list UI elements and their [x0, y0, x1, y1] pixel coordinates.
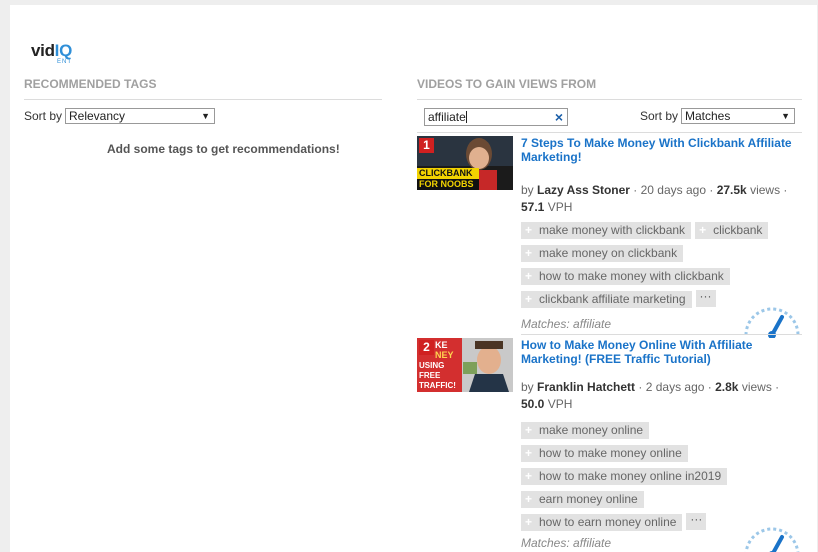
tag-label: how to make money with clickbank [539, 269, 724, 283]
view-count: 2.8k [715, 380, 739, 394]
tag-label: earn money online [539, 492, 638, 506]
vph-value: 57.1 [521, 200, 545, 214]
tag-chip[interactable]: + how to earn money online [521, 514, 683, 531]
tag-chip[interactable]: + how to make money with clickbank [521, 268, 730, 285]
video-thumbnail[interactable]: 1 CLICKBANK FOR NOOBS [417, 136, 513, 190]
tag-list: + make money online + how to make money on… [521, 421, 806, 536]
thumb-text: FOR NOOBS [419, 179, 474, 189]
vph-label: VPH [547, 200, 573, 214]
by-label: by [521, 183, 534, 197]
views-label: views [750, 183, 781, 197]
tag-label: clickbank affiliate marketing [539, 292, 686, 306]
tag-label: how to make money online [539, 446, 682, 460]
tag-chip[interactable]: + make money on clickbank [521, 245, 684, 262]
video-thumbnail[interactable]: 2 KE NEY USING FREE TRAFFIC! [417, 338, 513, 392]
plus-icon: + [525, 515, 533, 529]
plus-icon: + [525, 446, 533, 460]
more-tags-button[interactable]: ··· [695, 290, 716, 307]
thumb-text: CLICKBANK [419, 168, 473, 178]
tag-chip[interactable]: + clickbank affiliate marketing [521, 291, 692, 308]
logo-text-iq: IQ [54, 41, 73, 60]
thumb-text: FREE [419, 371, 441, 380]
plus-icon: + [525, 423, 533, 437]
tag-chip[interactable]: + how to make money online [521, 445, 688, 462]
speed-gauge-icon [744, 307, 800, 338]
video-result: 1 CLICKBANK FOR NOOBS 7 Steps To Make Mo… [417, 136, 802, 338]
videos-gain-views-title: VIDEOS TO GAIN VIEWS FROM [417, 77, 597, 91]
videos-sort-value: Matches [685, 109, 731, 123]
vph-label: VPH [547, 397, 573, 411]
video-title-link[interactable]: How to Make Money Online With Affiliate … [521, 338, 806, 366]
video-result: 2 KE NEY USING FREE TRAFFIC! How to Make… [417, 338, 802, 552]
recommended-tags-title: RECOMMENDED TAGS [24, 77, 157, 91]
videos-sort-select[interactable]: Matches ▼ [681, 108, 795, 124]
plus-icon: + [525, 246, 533, 260]
divider [521, 334, 802, 335]
channel-name[interactable]: Franklin Hatchett [537, 380, 635, 394]
plus-icon: + [699, 223, 707, 237]
tag-label: make money online [539, 423, 644, 437]
logo-sub: ENT [57, 59, 72, 65]
matches-text: Matches: affiliate [521, 317, 612, 331]
more-tags-button[interactable]: ··· [686, 513, 707, 530]
tag-label: how to make money online in2019 [539, 469, 722, 483]
logo-text: vid [31, 41, 55, 60]
left-sort-label: Sort by [24, 109, 63, 123]
video-age: 2 days ago [645, 380, 705, 394]
views-label: views [741, 380, 772, 394]
video-meta: by Lazy Ass Stoner · 20 days ago · 27.5k… [521, 183, 788, 214]
empty-tags-message: Add some tags to get recommendations! [107, 142, 340, 156]
divider [417, 132, 802, 133]
thumb-text: KE [435, 340, 448, 350]
tag-chip[interactable]: + make money online [521, 422, 650, 439]
tag-list: + make money with clickbank + clickbank + ma… [521, 221, 806, 313]
thumb-text: NEY [435, 350, 454, 360]
tags-sort-select[interactable]: Relevancy ▼ [65, 108, 215, 124]
speed-gauge-icon [744, 527, 800, 552]
video-search-input[interactable]: affiliate × [424, 108, 568, 126]
view-count: 27.5k [716, 183, 747, 197]
by-label: by [521, 380, 534, 394]
plus-icon: + [525, 469, 533, 483]
channel-name[interactable]: Lazy Ass Stoner [537, 183, 630, 197]
vph-value: 50.0 [521, 397, 545, 411]
tag-label: make money on clickbank [539, 246, 678, 260]
plus-icon: + [525, 269, 533, 283]
divider [24, 99, 382, 100]
video-age: 20 days ago [640, 183, 707, 197]
rank-badge: 1 [419, 138, 434, 153]
plus-icon: + [525, 292, 533, 306]
tags-sort-value: Relevancy [69, 109, 126, 123]
video-meta: by Franklin Hatchett · 2 days ago · 2.8k… [521, 380, 780, 411]
text-caret [465, 111, 467, 123]
tag-chip[interactable]: + clickbank [695, 222, 769, 239]
vidiq-panel: vidIQ ENT RECOMMENDED TAGS Sort by Relev… [10, 5, 817, 552]
clear-search-icon[interactable]: × [555, 109, 563, 125]
matches-text: Matches: affiliate [521, 536, 612, 550]
thumb-text: TRAFFIC! [419, 381, 456, 390]
divider [417, 99, 802, 100]
thumb-text: USING [419, 361, 445, 370]
tag-label: make money with clickbank [539, 223, 686, 237]
plus-icon: + [525, 223, 533, 237]
dropdown-arrow-icon: ▼ [781, 111, 790, 121]
tag-chip[interactable]: + how to make money online in2019 [521, 468, 728, 485]
tag-label: how to earn money online [539, 515, 677, 529]
right-sort-label: Sort by [640, 109, 679, 123]
vidiq-logo: vidIQ ENT [31, 41, 73, 65]
tag-chip[interactable]: + make money with clickbank [521, 222, 692, 239]
tag-label: clickbank [713, 223, 763, 237]
tag-chip[interactable]: + earn money online [521, 491, 644, 508]
plus-icon: + [525, 492, 533, 506]
video-title-link[interactable]: 7 Steps To Make Money With Clickbank Aff… [521, 136, 806, 164]
dropdown-arrow-icon: ▼ [201, 111, 210, 121]
search-value: affiliate [428, 110, 466, 124]
